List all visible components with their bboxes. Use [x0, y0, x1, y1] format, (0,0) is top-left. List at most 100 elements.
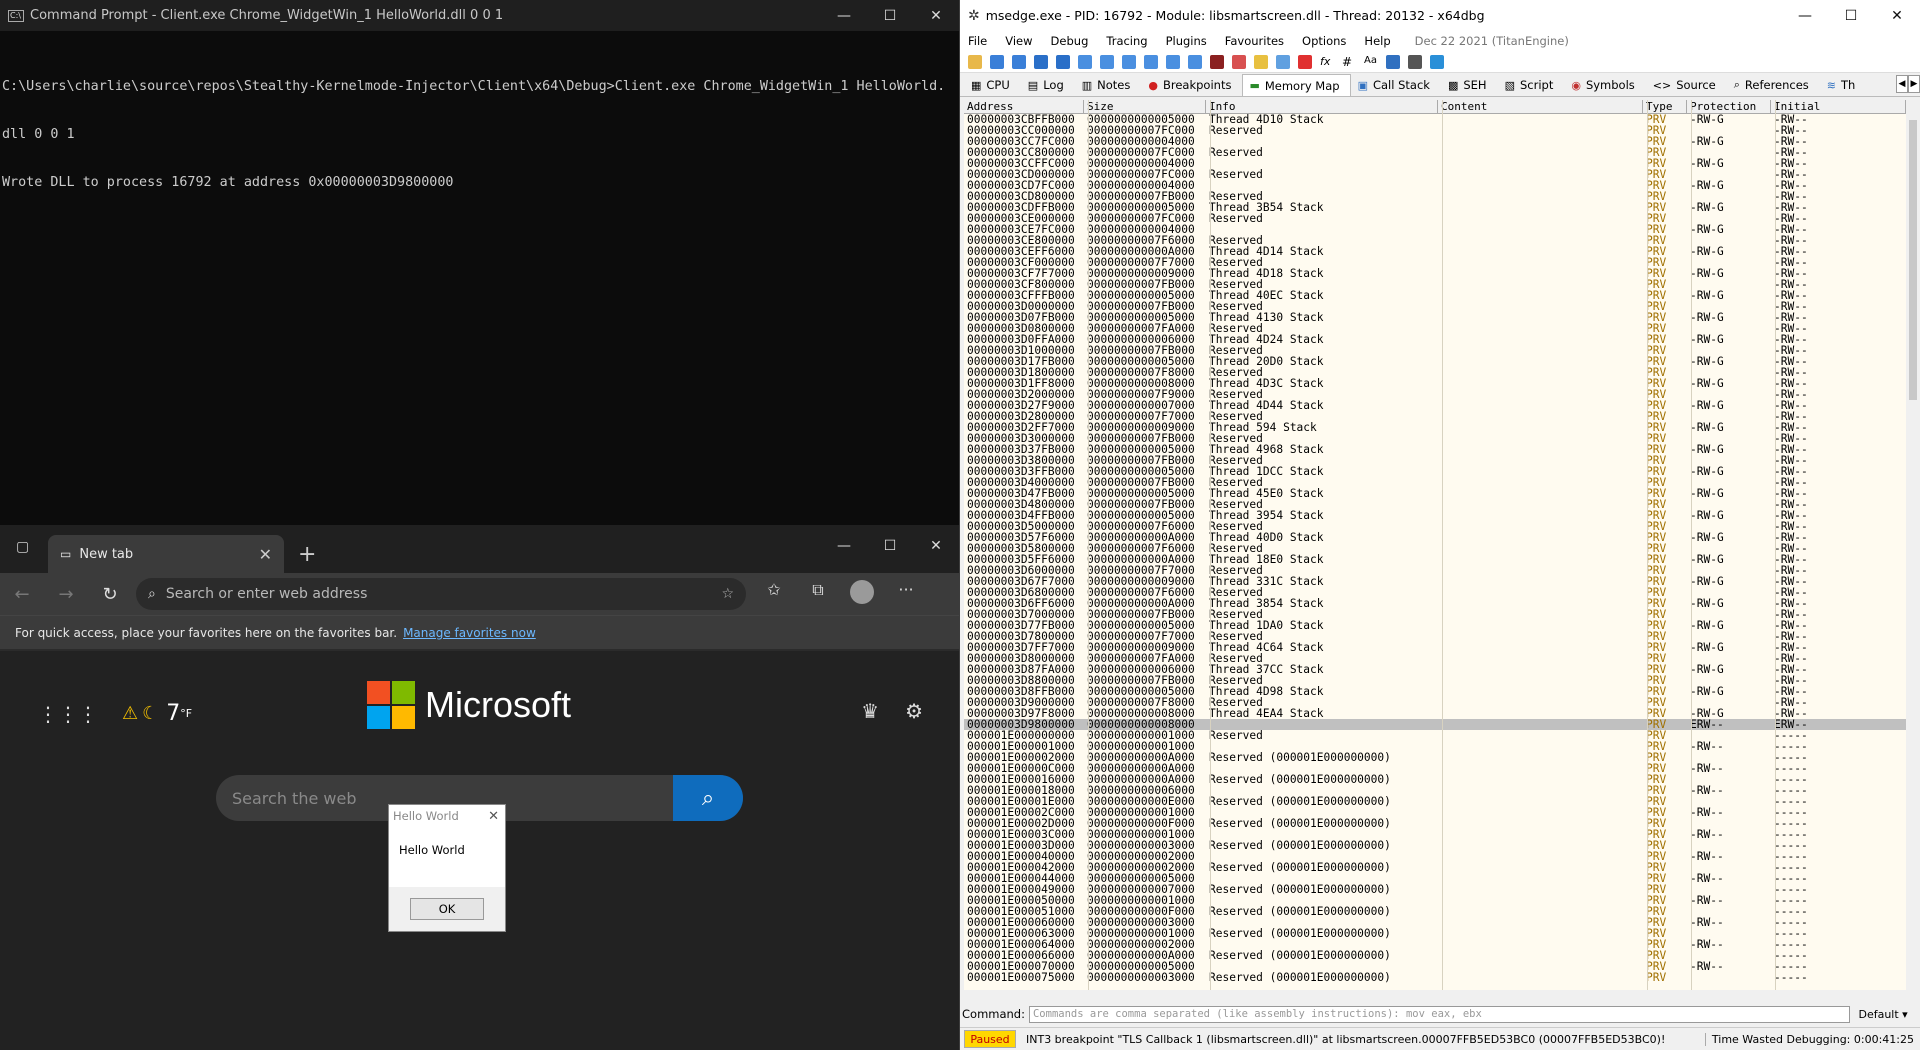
command-input[interactable]: Commands are comma separated (like assem…	[1028, 1005, 1851, 1023]
table-row[interactable]: 00000003D7000000 00000000007FB000 Reserved…	[964, 609, 1906, 620]
hello-world-dialog[interactable]: Hello World ✕ Hello World OK	[388, 804, 506, 932]
table-row[interactable]: 000001E00000C000 000000000000A000 PRV -RW--…	[964, 763, 1906, 774]
table-row[interactable]: 000001E000075000 0000000000003000 Reserved…	[964, 972, 1906, 983]
command-prompt-window[interactable]: C:\ Command Prompt - Client.exe Chrome_W…	[0, 0, 960, 525]
table-row[interactable]: 00000003CD7FC000 0000000000004000 PRV -RW-G…	[964, 180, 1906, 191]
table-row[interactable]: 000001E000000000 0000000000001000 Reserved…	[964, 730, 1906, 741]
apps-grid-icon[interactable]: ⋮⋮⋮	[38, 702, 98, 726]
table-row[interactable]: 00000003D1000000 00000000007FB000 Reserved…	[964, 345, 1906, 356]
table-row[interactable]: 000001E000016000 000000000000A000 Reserved…	[964, 774, 1906, 785]
open-icon[interactable]	[968, 54, 982, 69]
search-button[interactable]: ⌕	[673, 775, 743, 821]
table-row[interactable]: 000001E000044000 0000000000005000 PRV -RW--…	[964, 873, 1906, 884]
table-row[interactable]: 00000003CDFFB000 0000000000005000 Thread 3…	[964, 202, 1906, 213]
table-row[interactable]: 00000003D97F8000 0000000000008000 Thread 4…	[964, 708, 1906, 719]
run-to-user-code-icon[interactable]	[1188, 54, 1202, 69]
table-row[interactable]: 00000003CE000000 00000000007FC000 Reserved…	[964, 213, 1906, 224]
table-row[interactable]: 00000003D77FB000 0000000000005000 Thread 1…	[964, 620, 1906, 631]
maximize-icon[interactable]: ☐	[1828, 0, 1874, 31]
table-row[interactable]: 00000003D27F9000 0000000000007000 Thread 4…	[964, 400, 1906, 411]
table-row[interactable]: 00000003D47FB000 0000000000005000 Thread 4…	[964, 488, 1906, 499]
scrollbar-thumb[interactable]	[1909, 120, 1917, 400]
table-row[interactable]: 00000003D2000000 00000000007F9000 Reserved…	[964, 389, 1906, 400]
table-row[interactable]: 00000003CF800000 00000000007FB000 Reserved…	[964, 279, 1906, 290]
back-arrow-icon[interactable]: ←	[0, 584, 44, 605]
comments-icon[interactable]	[1254, 54, 1268, 69]
minimize-icon[interactable]: —	[1782, 0, 1828, 31]
dbg-title-bar[interactable]: ✲ msedge.exe - PID: 16792 - Module: libs…	[960, 0, 1920, 31]
column-header-initial[interactable]: Initial	[1771, 100, 1906, 113]
table-row[interactable]: 00000003CC7FC000 0000000000004000 PRV -RW-G…	[964, 136, 1906, 147]
table-row[interactable]: 00000003D0FFA000 0000000000006000 Thread 4…	[964, 334, 1906, 345]
table-row[interactable]: 00000003D4000000 00000000007FB000 Reserved…	[964, 477, 1906, 488]
tab-log[interactable]: ▤ Log	[1021, 74, 1075, 96]
scroll-left-icon[interactable]: ◀	[1896, 75, 1908, 93]
menu-favourites[interactable]: Favourites	[1225, 34, 1284, 48]
table-row[interactable]: 00000003D7800000 00000000007F7000 Reserved…	[964, 631, 1906, 642]
table-row[interactable]: 00000003D5800000 00000000007F6000 Reserved…	[964, 543, 1906, 554]
table-row[interactable]: 00000003D67F7000 0000000000009000 Thread 3…	[964, 576, 1906, 587]
step-into-icon[interactable]	[1078, 54, 1092, 69]
manage-favorites-link[interactable]: Manage favorites now	[403, 626, 536, 640]
tab-symbols[interactable]: ◉ Symbols	[1564, 74, 1645, 96]
table-row[interactable]: 00000003D9800000 0000000000008000 PRV ERW--…	[964, 719, 1906, 730]
tab-source[interactable]: <> Source	[1646, 74, 1727, 96]
table-row[interactable]: 00000003D6000000 00000000007F7000 Reserved…	[964, 565, 1906, 576]
table-row[interactable]: 00000003D8000000 00000000007FA000 Reserved…	[964, 653, 1906, 664]
profile-avatar-icon[interactable]	[840, 580, 884, 608]
hash-icon[interactable]: #	[1342, 54, 1356, 69]
table-row[interactable]: 00000003D0000000 00000000007FB000 Reserved…	[964, 301, 1906, 312]
table-row[interactable]: 00000003D5000000 00000000007F6000 Reserved…	[964, 521, 1906, 532]
tab-references[interactable]: ⌕ References	[1727, 74, 1820, 96]
table-row[interactable]: 00000003CF000000 00000000007F7000 Reserved…	[964, 257, 1906, 268]
table-row[interactable]: 00000003D57F6000 000000000000A000 Thread 4…	[964, 532, 1906, 543]
table-row[interactable]: 00000003D1FF8000 0000000000008000 Thread 4…	[964, 378, 1906, 389]
x64dbg-window[interactable]: ✲ msedge.exe - PID: 16792 - Module: libs…	[960, 0, 1920, 1050]
labels-icon[interactable]	[1276, 54, 1290, 69]
table-row[interactable]: 00000003D3000000 00000000007FB000 Reserved…	[964, 433, 1906, 444]
table-row[interactable]: 00000003CCFFC000 0000000000004000 PRV -RW-G…	[964, 158, 1906, 169]
table-row[interactable]: 000001E00001E000 000000000000E000 Reserved…	[964, 796, 1906, 807]
table-row[interactable]: 00000003D2FF7000 0000000000009000 Thread 5…	[964, 422, 1906, 433]
menu-options[interactable]: Options	[1302, 34, 1346, 48]
tab-breakpoints[interactable]: ● Breakpoints	[1141, 74, 1242, 96]
command-mode-select[interactable]: Default ▾	[1858, 1008, 1920, 1021]
table-row[interactable]: 00000003CD000000 00000000007FC000 Reserved…	[964, 169, 1906, 180]
rewards-icon[interactable]: ♛	[861, 699, 879, 723]
favorites-icon[interactable]: ✩	[752, 580, 796, 608]
table-horizontal-scrollbar[interactable]	[964, 990, 1906, 1000]
pause-icon[interactable]	[1056, 54, 1070, 69]
table-row[interactable]: 00000003D4800000 00000000007FB000 Reserved…	[964, 499, 1906, 510]
collections-icon[interactable]: ⧉	[796, 580, 840, 608]
restart-icon[interactable]	[990, 54, 1004, 69]
table-row[interactable]: 000001E000001000 0000000000001000 PRV -RW--…	[964, 741, 1906, 752]
tab-script[interactable]: ▧ Script	[1498, 74, 1565, 96]
add-favorite-icon[interactable]: ☆	[721, 586, 734, 602]
cmd-title-bar[interactable]: C:\ Command Prompt - Client.exe Chrome_W…	[0, 0, 959, 31]
table-row[interactable]: 000001E000070000 0000000000005000 PRV -RW--…	[964, 961, 1906, 972]
table-row[interactable]: 00000003D7FF7000 0000000000009000 Thread 4…	[964, 642, 1906, 653]
column-header-type[interactable]: Type	[1643, 100, 1687, 113]
table-row[interactable]: 00000003D1800000 00000000007F8000 Reserved…	[964, 367, 1906, 378]
table-row[interactable]: 00000003D07FB000 0000000000005000 Thread 4…	[964, 312, 1906, 323]
scylla-icon[interactable]	[1210, 54, 1224, 69]
menu-debug[interactable]: Debug	[1051, 34, 1089, 48]
table-row[interactable]: 00000003D5FF6000 000000000000A000 Thread 1…	[964, 554, 1906, 565]
table-row[interactable]: 000001E000049000 0000000000007000 Reserved…	[964, 884, 1906, 895]
more-menu-icon[interactable]: ···	[884, 580, 928, 608]
table-row[interactable]: 00000003CE7FC000 0000000000004000 PRV -RW-G…	[964, 224, 1906, 235]
tab-threads[interactable]: ≋ Th	[1820, 74, 1867, 96]
table-row[interactable]: 000001E000040000 0000000000002000 PRV -RW--…	[964, 851, 1906, 862]
ok-button[interactable]: OK	[410, 898, 484, 920]
table-row[interactable]: 00000003CE800000 00000000007F6000 Reserved…	[964, 235, 1906, 246]
close-icon[interactable]: ✕	[913, 0, 959, 31]
table-row[interactable]: 00000003D87FA000 0000000000006000 Thread 3…	[964, 664, 1906, 675]
dialog-title-bar[interactable]: Hello World ✕	[389, 805, 505, 827]
step-over-icon[interactable]	[1100, 54, 1114, 69]
table-row[interactable]: 000001E000060000 0000000000003000 PRV -RW--…	[964, 917, 1906, 928]
forward-arrow-icon[interactable]: →	[44, 584, 88, 605]
trace-into-icon[interactable]	[1122, 54, 1136, 69]
menu-help[interactable]: Help	[1364, 34, 1390, 48]
function-icon[interactable]: fx	[1320, 54, 1334, 69]
tab-notes[interactable]: ▥ Notes	[1075, 74, 1142, 96]
